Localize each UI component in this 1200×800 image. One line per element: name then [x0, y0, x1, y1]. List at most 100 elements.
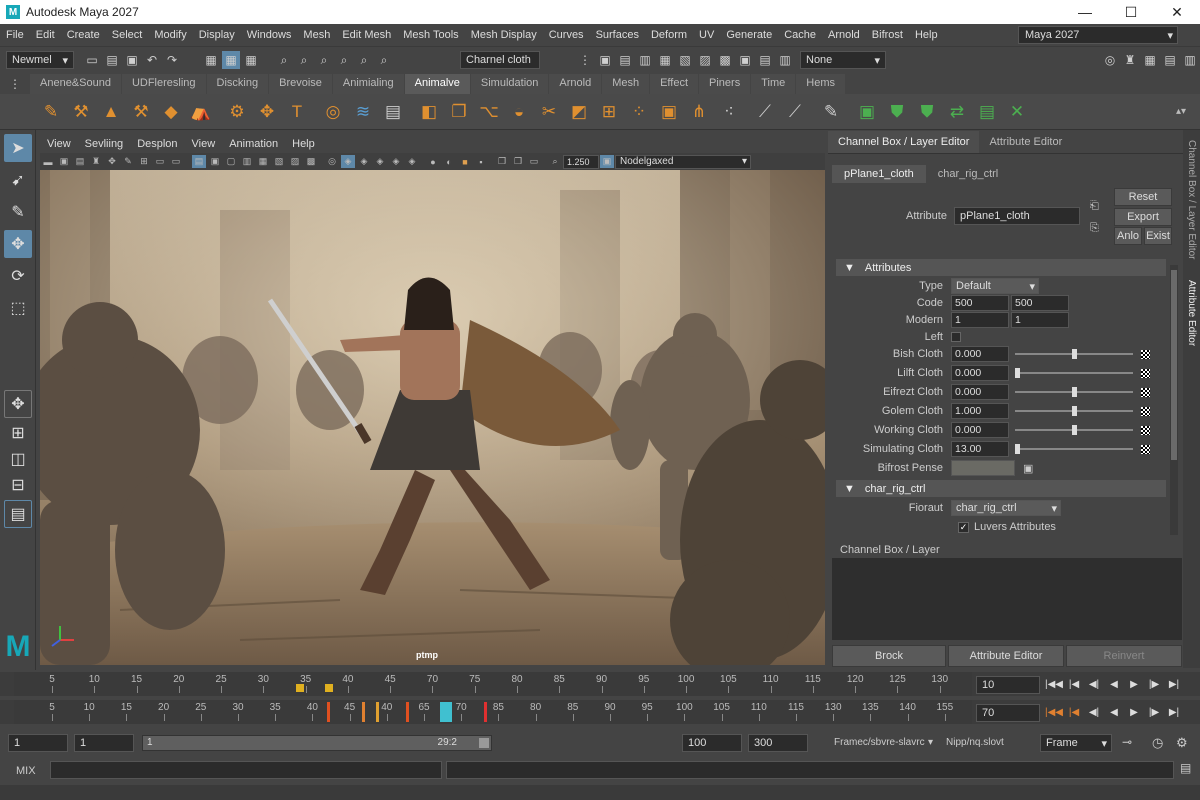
tab-attribute-editor[interactable]: Attribute Editor: [979, 131, 1072, 153]
copy-icon[interactable]: ❐: [446, 99, 472, 125]
side-tab-attribute-editor[interactable]: Attribute Editor: [1186, 280, 1197, 346]
slider-value-field[interactable]: 1.000: [951, 403, 1009, 419]
graph-icon[interactable]: ⟋: [782, 99, 808, 125]
playback-end-field[interactable]: 100: [682, 734, 742, 752]
snap-surface-icon[interactable]: ⌕: [355, 51, 373, 69]
paint-skin-icon[interactable]: ✎: [38, 99, 64, 125]
brock-button[interactable]: Brock: [832, 645, 946, 667]
attributes-section-header[interactable]: ▼ Attributes: [836, 259, 1166, 276]
snap-curve-icon[interactable]: ⌕: [295, 51, 313, 69]
fork-icon[interactable]: ⋔: [686, 99, 712, 125]
single-view-icon[interactable]: ✥: [4, 390, 32, 418]
map-button-icon[interactable]: ▣: [1023, 462, 1033, 475]
render-view-icon[interactable]: ▨: [696, 51, 714, 69]
nodes-icon[interactable]: ⁘: [626, 99, 652, 125]
viewport-3d[interactable]: ptmp: [40, 170, 825, 665]
shelf-scroll-icon[interactable]: ▴▾: [1168, 99, 1194, 125]
reinvert-button[interactable]: Reinvert: [1066, 645, 1182, 667]
hypershade-icon[interactable]: ▧: [676, 51, 694, 69]
frame-mode-dropdown[interactable]: Frame ▾: [1040, 734, 1112, 752]
current-frame-field-2[interactable]: 70: [976, 704, 1040, 722]
green-sheet-icon[interactable]: ▤: [974, 99, 1000, 125]
menu-deform[interactable]: Deform: [645, 29, 693, 41]
attribute-editor-button[interactable]: Attribute Editor: [948, 645, 1064, 667]
menu-arnold[interactable]: Arnold: [822, 29, 866, 41]
target-icon[interactable]: ◎: [320, 99, 346, 125]
open-scene-icon[interactable]: ▤: [103, 51, 121, 69]
menu-mesh-tools[interactable]: Mesh Tools: [397, 29, 464, 41]
lights-icon[interactable]: ▦: [256, 155, 270, 168]
box-icon[interactable]: ▣: [656, 99, 682, 125]
menu-select[interactable]: Select: [106, 29, 149, 41]
step-back-frame-icon[interactable]: ◀|: [1084, 676, 1104, 692]
color-icon[interactable]: ■: [458, 155, 472, 168]
slider-value-field[interactable]: 13.00: [951, 441, 1009, 457]
shelf-tab[interactable]: Piners: [699, 74, 751, 94]
frame-all-icon[interactable]: ◈: [389, 155, 403, 168]
lock-icon[interactable]: ♜: [1121, 51, 1139, 69]
smooth-shade-icon[interactable]: ▣: [208, 155, 222, 168]
shelf-tab[interactable]: Brevoise: [269, 74, 332, 94]
panel-layout-icon[interactable]: ▤: [1161, 51, 1179, 69]
slider-value-field[interactable]: 0.000: [951, 365, 1009, 381]
paint-select-icon[interactable]: ✎: [4, 198, 32, 226]
snap-live-icon[interactable]: ⌕: [375, 51, 393, 69]
vp-menu-display[interactable]: Desplon: [130, 138, 184, 150]
four-view-icon[interactable]: ⊞: [4, 422, 32, 444]
script-editor-icon[interactable]: ▤: [1180, 761, 1191, 775]
map-checker-icon[interactable]: [1141, 425, 1150, 435]
focus-icon[interactable]: ⎗: [1090, 200, 1099, 213]
slider-handle[interactable]: [1071, 349, 1077, 359]
slider-handle[interactable]: [1071, 387, 1077, 397]
step-forward-key-icon[interactable]: ▶|: [1164, 676, 1184, 692]
presets-icon[interactable]: ⎘: [1090, 222, 1099, 235]
green-hat-icon[interactable]: ⛊: [914, 99, 940, 125]
gear-icon[interactable]: ⚙: [224, 99, 250, 125]
shadows-icon[interactable]: ▧: [272, 155, 286, 168]
textured-icon[interactable]: ▥: [240, 155, 254, 168]
bone-icon[interactable]: ⚒: [68, 99, 94, 125]
shelf-tab[interactable]: Mesh: [602, 74, 650, 94]
keyframe-tick[interactable]: [362, 702, 365, 722]
modern-field-a[interactable]: 1: [951, 312, 1009, 328]
cube-split-icon[interactable]: ◧: [416, 99, 442, 125]
modern-field-b[interactable]: 1: [1011, 312, 1069, 328]
select-tool-icon[interactable]: ➤: [4, 134, 32, 162]
slider-track[interactable]: [1015, 387, 1133, 397]
go-to-start-icon[interactable]: |◀◀: [1044, 676, 1064, 692]
shelf-tab[interactable]: Simuldation: [470, 74, 549, 94]
time-ruler[interactable]: 5 10 15 20 25 30 35 40 45 70 75 80 85 90 95 100 105 110 11…: [14, 672, 972, 696]
slider-handle[interactable]: [1015, 444, 1020, 454]
zoom-icon[interactable]: ⌕: [548, 155, 562, 168]
tab-channel-box[interactable]: Channel Box / Layer Editor: [828, 130, 980, 153]
hud-icon[interactable]: ▪: [474, 155, 488, 168]
modeling-toolkit-icon[interactable]: ▣: [736, 51, 754, 69]
keys-label[interactable]: Nipp/nq.slovt: [946, 737, 1004, 748]
map-checker-icon[interactable]: [1141, 368, 1150, 378]
shelf-tab-active[interactable]: Animalve: [404, 74, 470, 94]
camera-dropdown[interactable]: Nodelgaxed ▾: [615, 154, 751, 169]
exist-button[interactable]: Exist: [1144, 227, 1172, 245]
vp-menu-animation[interactable]: Animation: [222, 138, 285, 150]
ao-icon[interactable]: ▨: [288, 155, 302, 168]
step-back-key-icon[interactable]: |◀: [1064, 676, 1084, 692]
camera-select-icon[interactable]: ▬: [41, 155, 55, 168]
green-flow-icon[interactable]: ⇄: [944, 99, 970, 125]
side-by-side-icon[interactable]: ◫: [4, 448, 32, 470]
vp-menu-help[interactable]: Help: [285, 138, 322, 150]
play-forward-icon[interactable]: ▶: [1124, 676, 1144, 692]
menu-uv[interactable]: UV: [693, 29, 720, 41]
isolate-icon[interactable]: ▩: [304, 155, 318, 168]
menu-windows[interactable]: Windows: [241, 29, 298, 41]
snap-view-icon[interactable]: ⌕: [335, 51, 353, 69]
code-field-b[interactable]: 500: [1011, 295, 1069, 311]
shelf-options-icon[interactable]: ⋮: [1, 74, 29, 94]
menu-file[interactable]: File: [0, 29, 30, 41]
fioraut-dropdown[interactable]: char_rig_ctrl ▾: [951, 500, 1061, 516]
tab-pplane1-cloth[interactable]: pPlane1_cloth: [832, 165, 926, 183]
play-backward-icon[interactable]: ◀: [1104, 676, 1124, 692]
green-export-icon[interactable]: ▣: [854, 99, 880, 125]
attribute-panel-icon[interactable]: ▥: [1181, 51, 1199, 69]
menu-edit-mesh[interactable]: Edit Mesh: [336, 29, 397, 41]
cmd-language-label[interactable]: MIX: [16, 765, 36, 777]
